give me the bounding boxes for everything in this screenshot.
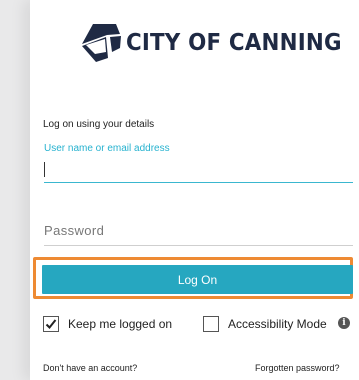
city-emblem-icon — [82, 24, 121, 62]
password-placeholder: Password — [44, 223, 105, 238]
login-heading: Log on using your details — [43, 119, 155, 130]
keep-logged-on-label[interactable]: Keep me logged on — [68, 317, 172, 331]
city-name: CITY OF CANNING — [126, 30, 342, 56]
info-icon[interactable]: i — [338, 317, 350, 329]
forgot-password-link[interactable]: Forgotten password? — [255, 363, 340, 373]
text-caret — [44, 162, 45, 177]
log-on-button[interactable]: Log On — [42, 265, 353, 294]
accessibility-mode-checkbox[interactable] — [203, 316, 219, 332]
accessibility-mode-label[interactable]: Accessibility Mode — [228, 317, 327, 331]
username-input[interactable] — [44, 158, 353, 183]
city-logo: CITY OF CANNING — [76, 18, 342, 70]
keep-logged-on-checkbox[interactable] — [43, 316, 59, 332]
checkmark-icon — [45, 319, 57, 329]
username-label: User name or email address — [44, 143, 170, 154]
no-account-link[interactable]: Don't have an account? — [43, 363, 137, 373]
password-input[interactable]: Password — [44, 218, 353, 246]
